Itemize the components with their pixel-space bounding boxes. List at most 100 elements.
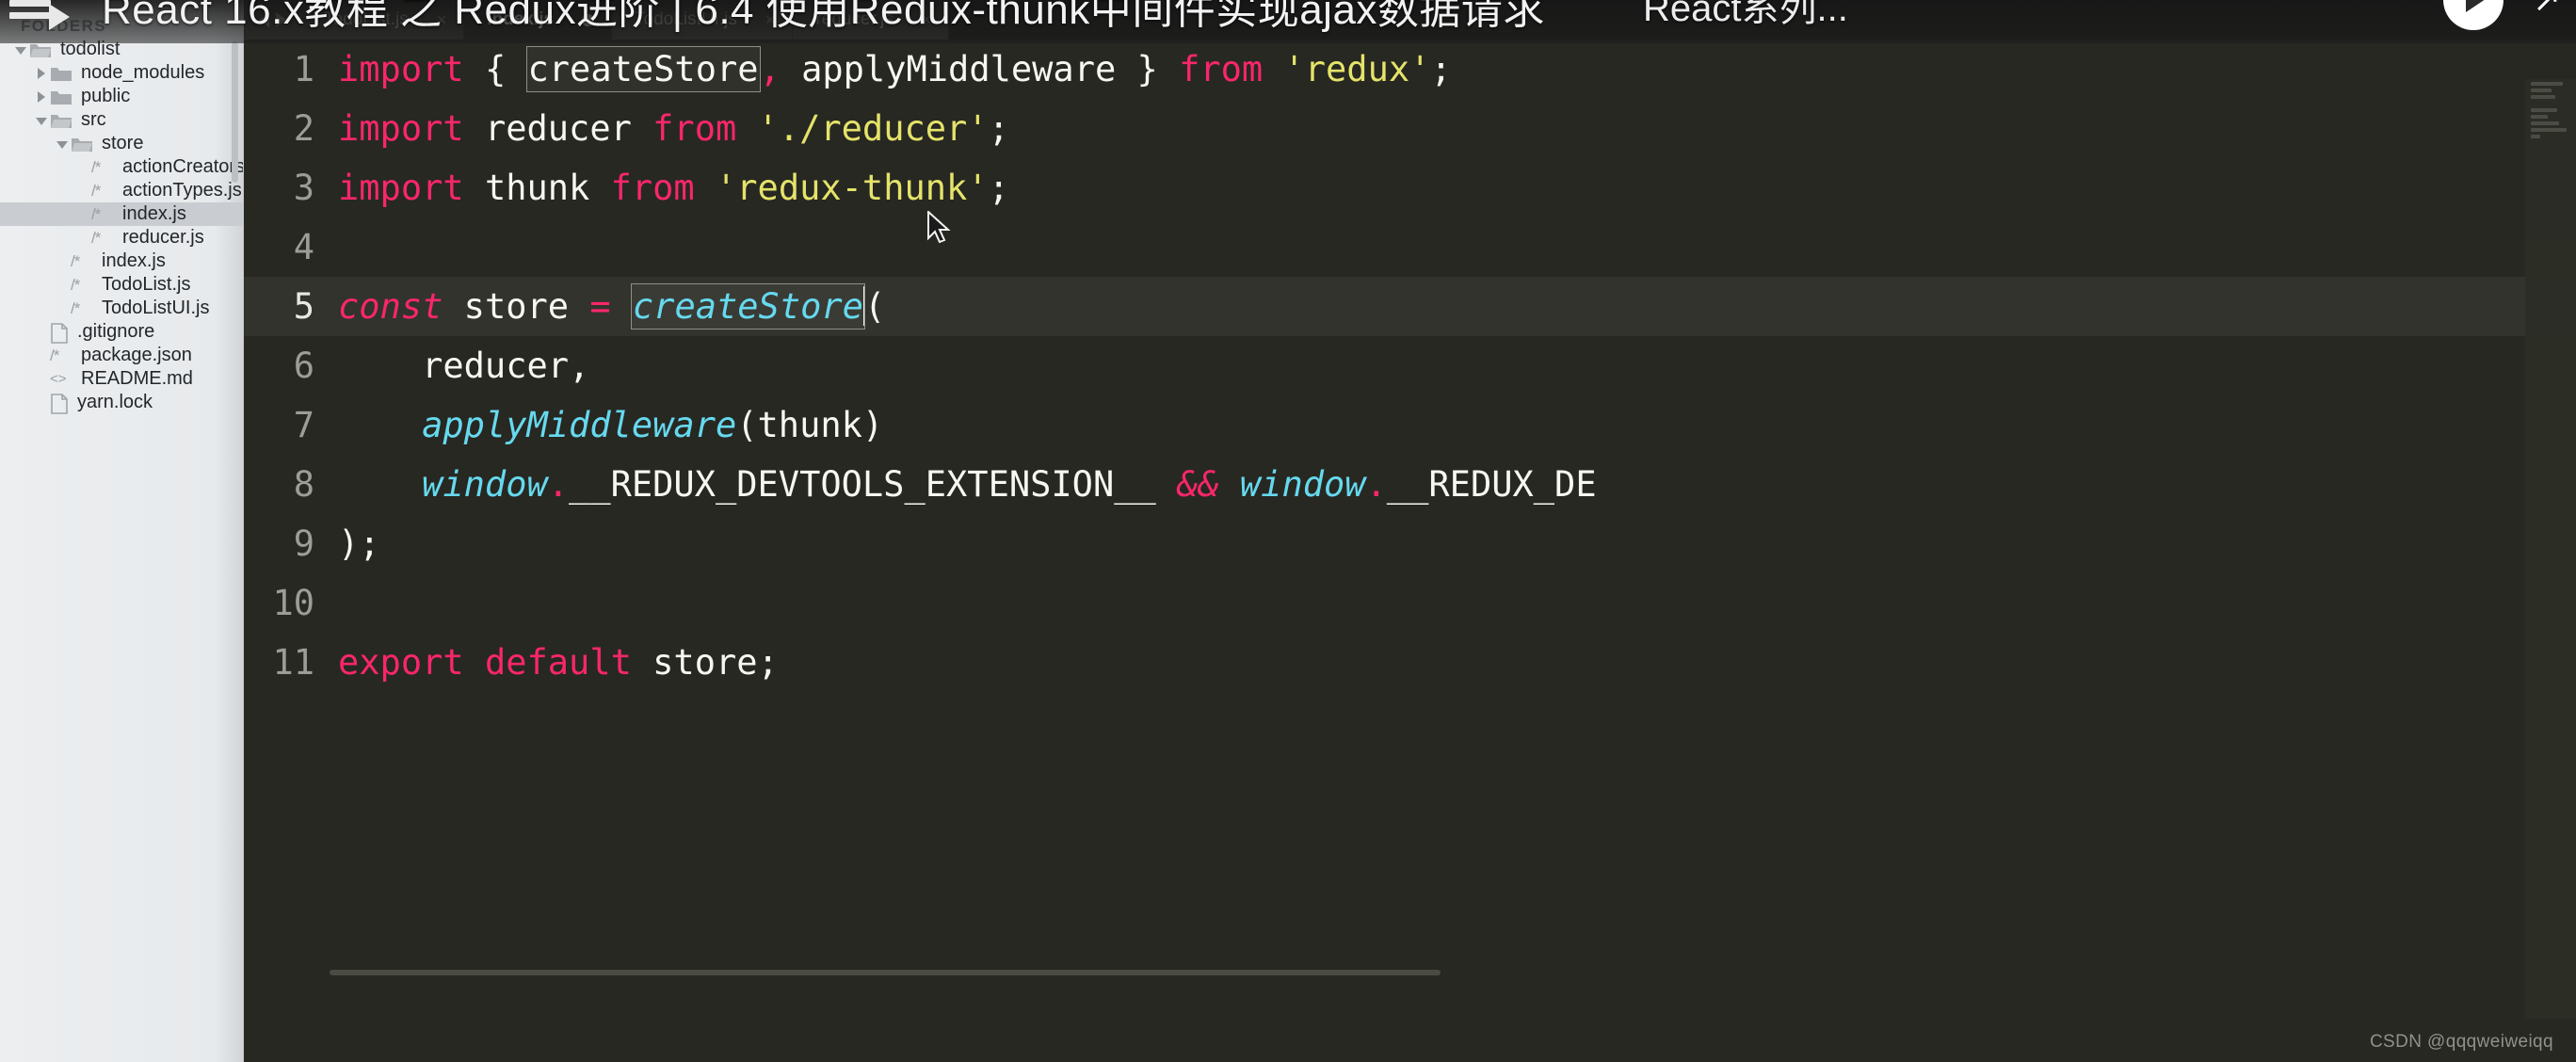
code-line-8[interactable]: window.__REDUX_DEVTOOLS_EXTENSION__ && w… (330, 455, 2576, 514)
play-icon[interactable] (49, 4, 70, 30)
chevron-down-icon[interactable] (34, 108, 50, 132)
code-line-6[interactable]: reducer, (330, 336, 2576, 395)
empty-line (338, 583, 359, 623)
token-comma: , (569, 346, 590, 386)
folder-open-icon (29, 41, 52, 58)
folder-closed-icon (50, 88, 72, 105)
line-number: 1 (293, 49, 314, 89)
line-number: 8 (293, 464, 314, 505)
token-thunk-arg: thunk (757, 405, 862, 445)
tree-item-label: actionCreators.js (122, 156, 243, 177)
tree-item-actioncreators-js[interactable]: /* actionCreators.js (0, 155, 243, 179)
minimap-line (2531, 115, 2548, 119)
code-line-3[interactable]: import thunk from 'redux-thunk'; (330, 158, 2576, 217)
code-line-5[interactable]: const store = createStore( (330, 277, 2576, 336)
tab-reducer-js[interactable]: reducer.js × (793, 0, 950, 40)
tab-todolist-js[interactable]: TodoList.js × (301, 0, 465, 40)
line-number: 6 (293, 346, 314, 386)
empty-line (338, 227, 359, 267)
token-apply-middleware: applyMiddleware (801, 49, 1117, 89)
tree-item-label: index.js (122, 203, 186, 224)
token-from: from (610, 168, 695, 208)
code-line-11[interactable]: export default store; (330, 633, 2576, 692)
js-file-icon: /* (71, 275, 80, 294)
tree-item-node-modules[interactable]: node_modules (0, 61, 243, 85)
plain-file-icon (50, 322, 69, 344)
chevron-down-icon[interactable] (55, 132, 71, 155)
code-line-2[interactable]: import reducer from './reducer'; (330, 99, 2576, 158)
tree-item-actiontypes-js[interactable]: /* actionTypes.js (0, 179, 243, 202)
chevron-right-icon[interactable] (34, 85, 50, 108)
chevron-down-icon[interactable] (13, 38, 29, 61)
tree-item-todolist-js[interactable]: /* TodoList.js (0, 273, 243, 297)
tree-item-src[interactable]: src (0, 108, 243, 132)
minimap-line (2531, 135, 2540, 138)
tree-item-index-js[interactable]: /* index.js (0, 249, 243, 273)
tree-item-store[interactable]: store (0, 132, 243, 155)
scrollbar-thumb[interactable] (330, 970, 1441, 975)
token-default: default (484, 642, 632, 683)
tab-label: reducer.js (815, 9, 894, 29)
code-line-10[interactable] (330, 573, 2576, 633)
tree-item-readme-md[interactable]: <> README.md (0, 367, 243, 391)
tree-item-label: node_modules (81, 62, 205, 83)
token-equals: = (589, 286, 611, 327)
tree-item-package-json[interactable]: /* package.json (0, 344, 243, 367)
sidebar-scrollbar[interactable] (232, 41, 238, 183)
token-import: import (338, 49, 464, 89)
tree-item-yarn-lock[interactable]: yarn.lock (0, 391, 243, 414)
tab-label: TodoListUI.js (635, 9, 737, 29)
selection-create-store[interactable]: createStore (525, 46, 761, 92)
editor-minimap[interactable] (2525, 79, 2576, 1019)
minimap-line (2531, 108, 2557, 112)
tree-item-reducer-js[interactable]: /* reducer.js (0, 226, 243, 249)
line-number: 9 (293, 523, 314, 564)
tree-item-todolist[interactable]: todolist (0, 38, 243, 61)
token-logical-and: && (1177, 464, 1219, 505)
tab-index-js[interactable]: index.js (464, 0, 613, 40)
tab-dirty-indicator-icon[interactable] (582, 13, 595, 26)
tab-nav-arrows[interactable] (243, 0, 301, 40)
folder-open-icon (71, 136, 93, 153)
tree-item-public[interactable]: public (0, 85, 243, 108)
tab-close-icon[interactable]: × (765, 11, 776, 28)
markup-file-icon: <> (50, 371, 67, 387)
code-line-4[interactable] (330, 217, 2576, 277)
file-sidebar: FOLDERS todolist node_modules public src sto… (0, 0, 244, 1062)
folder-closed-icon (50, 65, 72, 82)
tab-prev-icon[interactable] (258, 12, 269, 27)
token-const: const (338, 286, 443, 327)
code-line-1[interactable]: import { createStore, applyMiddleware } … (330, 40, 2576, 99)
code-line-7[interactable]: applyMiddleware(thunk) (330, 395, 2576, 455)
minimap-line (2531, 88, 2552, 92)
js-file-icon: /* (91, 228, 101, 247)
tree-item-todolistui-js[interactable]: /* TodoListUI.js (0, 297, 243, 320)
token-store-export: store (652, 642, 758, 683)
file-tree[interactable]: todolist node_modules public src store/* acti… (0, 38, 243, 414)
token-export: export (338, 642, 464, 683)
chevron-right-icon[interactable] (34, 61, 50, 85)
tab-next-icon[interactable] (275, 12, 286, 27)
tree-item-label: todolist (60, 39, 121, 59)
code-area[interactable]: 1 2 3 4 5 6 7 8 9 10 11 import { createS… (243, 40, 2576, 1019)
tree-item-index-js[interactable]: /* index.js (0, 202, 243, 226)
token-paren-open: ( (863, 286, 886, 327)
line-number: 7 (293, 405, 314, 445)
tab-close-icon[interactable]: × (437, 11, 447, 28)
line-number: 11 (272, 642, 314, 683)
token-string-redux-thunk: 'redux-thunk' (716, 168, 989, 208)
selection-create-store-call[interactable]: createStore (630, 283, 865, 330)
horizontal-scrollbar[interactable] (330, 970, 2523, 975)
token-from: from (1179, 49, 1264, 89)
tree-item-label: store (102, 133, 144, 153)
tab-close-icon[interactable]: × (922, 11, 932, 28)
token-semicolon: ; (1430, 49, 1452, 89)
code-lines[interactable]: import { createStore, applyMiddleware } … (330, 40, 2576, 1019)
tree-item-gitignore[interactable]: .gitignore (0, 320, 243, 344)
code-line-9[interactable]: ); (330, 514, 2576, 573)
tab-todolistui-js[interactable]: TodoListUI.js × (612, 0, 794, 40)
